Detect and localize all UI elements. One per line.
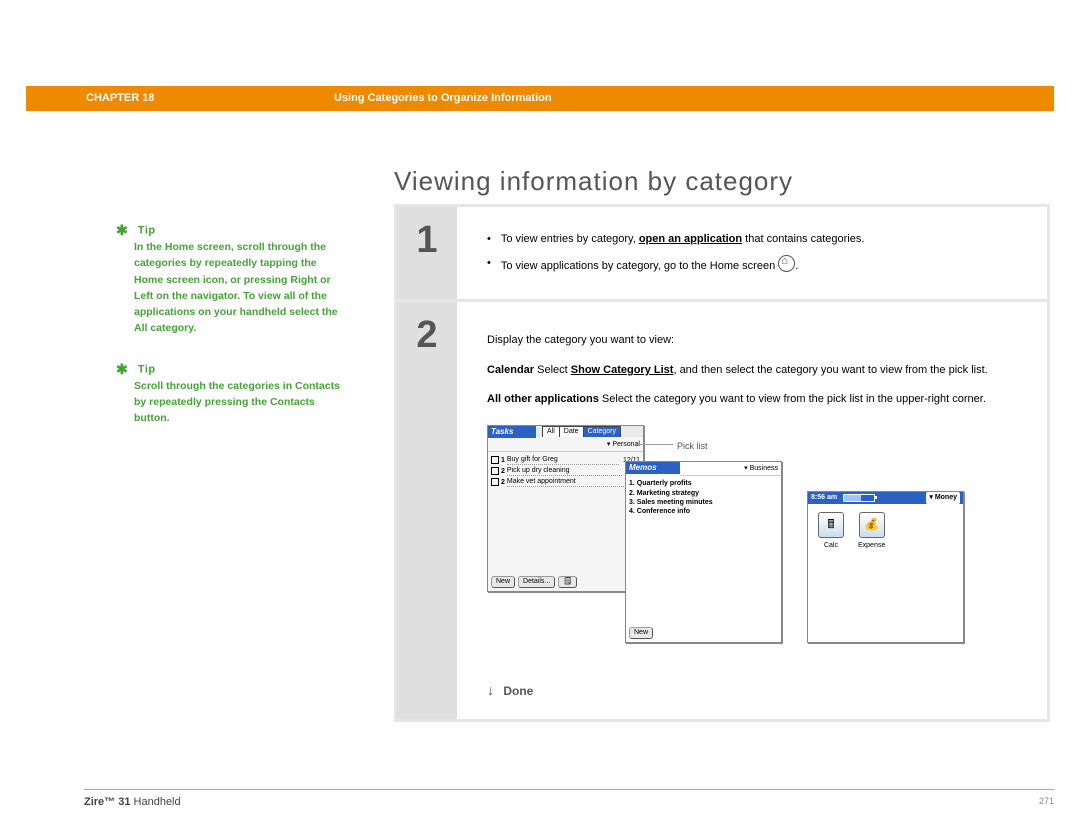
tasks-note-button[interactable]: 🗒 xyxy=(558,576,577,588)
step-intro: Display the category you want to view: xyxy=(487,332,1017,350)
home-titlebar: 8:56 am ▾ Money xyxy=(808,492,963,504)
checkbox-icon[interactable] xyxy=(491,478,499,486)
calc-icon: 🖩 xyxy=(818,512,844,538)
app-label: Calc xyxy=(818,540,844,551)
memos-new-button[interactable]: New xyxy=(629,627,653,639)
text: that contains categories. xyxy=(742,233,864,245)
tasks-window: Tasks All Date Category Personal 1 Buy g… xyxy=(487,425,644,592)
bullet-text: To view entries by category, open an app… xyxy=(501,231,865,249)
tasks-details-button[interactable]: Details... xyxy=(518,576,555,588)
checkbox-icon[interactable] xyxy=(491,456,499,464)
asterisk-icon: ✱ xyxy=(116,361,128,377)
label-calendar: Calendar xyxy=(487,364,534,376)
done-row: ↓ Done xyxy=(487,679,1017,701)
picklist-callout: Pick list xyxy=(677,439,708,453)
memos-window: Memos Business 1. Quarterly profits 2. M… xyxy=(625,461,782,643)
product-name: Zire™ 31 xyxy=(84,796,130,808)
task-row[interactable]: 2 Pick up dry cleaning12/1 xyxy=(491,466,640,476)
other-apps-instruction: All other applications Select the catego… xyxy=(487,391,1017,409)
tab-date[interactable]: Date xyxy=(559,426,584,437)
bullet: • To view applications by category, go t… xyxy=(487,255,1017,276)
battery-icon xyxy=(843,494,875,502)
step-number: 2 xyxy=(397,302,457,719)
tab-all[interactable]: All xyxy=(542,426,560,437)
tip-block: ✱ Tip Scroll through the categories in C… xyxy=(116,361,348,427)
memos-list: 1. Quarterly profits 2. Marketing strate… xyxy=(626,476,781,520)
tip-label: Tip xyxy=(138,224,156,236)
down-arrow-icon: ↓ xyxy=(487,682,494,698)
text: To view applications by category, go to … xyxy=(501,260,778,272)
tasks-list: 1 Buy gift for Greg12/11 2 Pick up dry c… xyxy=(488,452,643,490)
tip-block: ✱ Tip In the Home screen, scroll through… xyxy=(116,222,348,337)
tasks-new-button[interactable]: New xyxy=(491,576,515,588)
home-window: 8:56 am ▾ Money 🖩 Calc 💰 Expense xyxy=(807,491,964,643)
tasks-category-picker[interactable]: Personal xyxy=(488,438,643,452)
text: Select the category you want to view fro… xyxy=(599,393,986,405)
memo-item[interactable]: 4. Conference info xyxy=(629,507,778,516)
page-title: Viewing information by category xyxy=(394,166,793,197)
text: To view entries by category, xyxy=(501,233,639,245)
page-footer: Zire™ 31 Handheld 271 xyxy=(84,789,1054,808)
chapter-title: Using Categories to Organize Information xyxy=(334,86,552,111)
link-show-category-list[interactable]: Show Category List xyxy=(571,364,674,376)
tasks-title: Tasks xyxy=(488,426,536,438)
illustration: Tasks All Date Category Personal 1 Buy g… xyxy=(477,425,1017,665)
step-row: 1 • To view entries by category, open an… xyxy=(397,207,1047,302)
text: , and then select the category you want … xyxy=(673,364,987,376)
tip-heading: ✱ Tip xyxy=(116,361,348,378)
app-label: Expense xyxy=(858,540,885,551)
sidebar-tips: ✱ Tip In the Home screen, scroll through… xyxy=(116,222,348,450)
chapter-label: CHAPTER 18 xyxy=(86,86,154,111)
asterisk-icon: ✱ xyxy=(116,222,128,238)
app-icon-expense[interactable]: 💰 Expense xyxy=(858,512,885,551)
memo-item[interactable]: 2. Marketing strategy xyxy=(629,489,778,498)
page-number: 271 xyxy=(1039,796,1054,806)
tip-label: Tip xyxy=(138,363,156,375)
link-open-application[interactable]: open an application xyxy=(639,233,742,245)
step-body: Display the category you want to view: C… xyxy=(457,302,1047,719)
done-label: Done xyxy=(503,684,533,698)
bullet-dot: • xyxy=(487,255,491,276)
steps-panel: 1 • To view entries by category, open an… xyxy=(394,204,1050,722)
tip-heading: ✱ Tip xyxy=(116,222,348,239)
step-body: • To view entries by category, open an a… xyxy=(457,207,1047,299)
memos-category-picker[interactable]: Business xyxy=(680,462,781,476)
step-number: 1 xyxy=(397,207,457,299)
app-icon-calc[interactable]: 🖩 Calc xyxy=(818,512,844,551)
label-all-other: All other applications xyxy=(487,393,599,405)
memo-item[interactable]: 3. Sales meeting minutes xyxy=(629,498,778,507)
text: Select xyxy=(534,364,571,376)
task-row[interactable]: 2 Make vet appointment xyxy=(491,477,640,487)
step-row: 2 Display the category you want to view:… xyxy=(397,302,1047,719)
task-row[interactable]: 1 Buy gift for Greg12/11 xyxy=(491,455,640,465)
memos-title: Memos xyxy=(626,462,680,474)
bullet-text: To view applications by category, go to … xyxy=(501,255,798,276)
home-category-picker[interactable]: ▾ Money xyxy=(926,492,960,503)
home-icon xyxy=(778,255,795,272)
tip-body: In the Home screen, scroll through the c… xyxy=(134,239,348,337)
callout-line xyxy=(635,444,673,445)
product-rest: Handheld xyxy=(130,796,180,808)
text: . xyxy=(795,260,798,272)
header-banner: CHAPTER 18 Using Categories to Organize … xyxy=(26,86,1054,111)
time-label: 8:56 am xyxy=(811,492,837,503)
tab-category[interactable]: Category xyxy=(583,426,621,437)
memo-item[interactable]: 1. Quarterly profits xyxy=(629,479,778,488)
bullet-dot: • xyxy=(487,231,491,249)
checkbox-icon[interactable] xyxy=(491,467,499,475)
app-grid: 🖩 Calc 💰 Expense xyxy=(808,504,963,559)
expense-icon: 💰 xyxy=(859,512,885,538)
tip-body: Scroll through the categories in Contact… xyxy=(134,378,348,427)
calendar-instruction: Calendar Select Show Category List, and … xyxy=(487,362,1017,380)
bullet: • To view entries by category, open an a… xyxy=(487,231,1017,249)
